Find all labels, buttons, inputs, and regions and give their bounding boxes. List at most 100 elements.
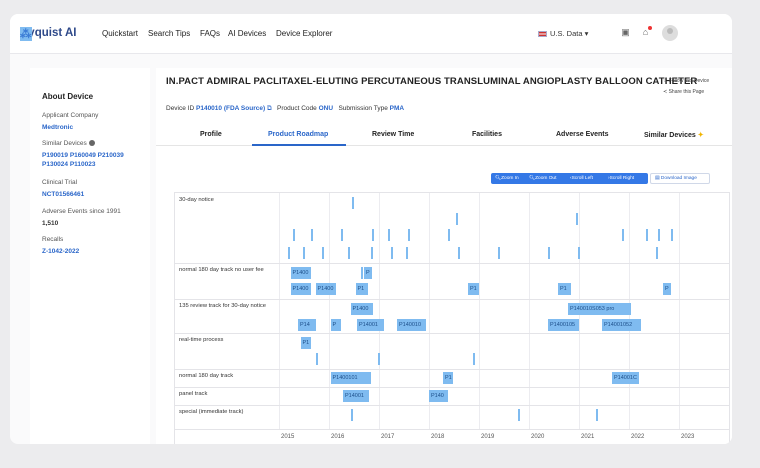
submission-marker[interactable] <box>372 229 374 241</box>
nav-search-tips[interactable]: Search Tips <box>148 29 190 38</box>
nav-faqs[interactable]: FAQs <box>200 29 220 38</box>
submission-marker[interactable] <box>378 353 380 365</box>
tab-facilities[interactable]: Facilities <box>472 131 502 138</box>
submission-bar[interactable]: P <box>364 267 372 279</box>
submission-marker[interactable] <box>408 229 410 241</box>
submission-bar[interactable]: P1 <box>468 283 479 295</box>
submission-bar[interactable]: P1400101 <box>330 372 371 384</box>
submission-marker[interactable] <box>315 353 318 365</box>
zoom-out-button[interactable]: 🔍︎ Zoom Out <box>529 173 556 184</box>
similar-devices-links-1[interactable]: P190019 P160049 P210039 <box>42 152 124 159</box>
download-image-button[interactable]: ▤ Download Image <box>650 173 710 184</box>
submission-marker[interactable] <box>405 247 408 259</box>
submission-marker[interactable] <box>498 247 500 259</box>
submission-bar[interactable]: P1 <box>443 372 453 384</box>
recall-link[interactable]: Z-1042-2022 <box>42 248 79 255</box>
submission-marker[interactable] <box>340 229 343 241</box>
submission-bar[interactable]: P1 <box>355 283 368 295</box>
nav-quickstart[interactable]: Quickstart <box>102 29 138 38</box>
submission-bar[interactable]: P140010S053 pro <box>568 303 631 315</box>
submission-marker[interactable] <box>548 247 550 259</box>
submission-bar[interactable]: P140010 <box>397 319 426 331</box>
nav-device-explorer[interactable]: Device Explorer <box>276 29 332 38</box>
logo-icon: ⁂ <box>20 27 32 41</box>
us-flag-icon <box>538 31 547 38</box>
similar-devices-links-2[interactable]: P130024 P110023 <box>42 161 96 168</box>
scroll-right-button[interactable]: › Scroll Right <box>608 173 634 184</box>
submission-marker[interactable] <box>350 409 353 421</box>
tab-review-time[interactable]: Review Time <box>372 131 414 138</box>
tab-profile[interactable]: Profile <box>200 131 222 138</box>
submission-marker[interactable] <box>310 229 313 241</box>
submission-bar[interactable]: P14 <box>298 319 316 331</box>
year-tick-label: 2021 <box>581 434 595 440</box>
track-label: panel track <box>179 391 208 397</box>
tab-bar: Profile Product Roadmap Review Time Faci… <box>156 126 732 146</box>
follow-button[interactable]: ☆ Follow this Device <box>663 78 709 84</box>
submission-bar[interactable]: P <box>330 319 341 331</box>
submission-marker[interactable] <box>622 229 624 241</box>
submission-marker[interactable] <box>322 247 324 259</box>
submission-bar[interactable]: P140 <box>429 390 448 402</box>
zoom-in-button[interactable]: 🔍︎ Zoom In <box>495 173 519 184</box>
year-gridline <box>329 193 330 429</box>
tab-adverse-events[interactable]: Adverse Events <box>556 131 609 138</box>
submission-bar[interactable]: P1 <box>300 337 311 349</box>
submission-marker[interactable] <box>645 229 648 241</box>
submission-marker[interactable] <box>293 229 295 241</box>
tab-product-roadmap[interactable]: Product Roadmap <box>268 131 328 138</box>
submission-marker[interactable] <box>518 409 520 421</box>
submission-bar[interactable]: P <box>663 283 671 295</box>
submission-marker[interactable] <box>575 213 578 225</box>
submission-marker[interactable] <box>348 247 350 259</box>
region-selector[interactable]: U.S. Data ▾ <box>538 29 588 38</box>
clipboard-icon[interactable]: ▣ <box>620 27 631 38</box>
submission-bar[interactable]: P14001 <box>357 319 384 331</box>
applicant-label: Applicant Company <box>42 112 99 119</box>
zoom-out-label: Zoom Out <box>535 176 557 181</box>
submission-bar[interactable]: P14001 <box>343 390 369 402</box>
submission-marker[interactable] <box>670 229 673 241</box>
year-tick-label: 2020 <box>531 434 545 440</box>
external-link-icon[interactable]: ⧉ <box>267 105 272 112</box>
tab-similar-devices[interactable]: Similar Devices ✦ <box>644 131 704 139</box>
submission-marker[interactable] <box>352 197 354 209</box>
scroll-left-button[interactable]: ‹ Scroll Left <box>570 173 593 184</box>
page-title: IN.PACT ADMIRAL PACLITAXEL-ELUTING PERCU… <box>166 76 698 87</box>
submission-marker[interactable] <box>658 229 660 241</box>
avatar[interactable] <box>662 25 678 41</box>
submission-bar[interactable]: P1400 <box>290 267 311 279</box>
submission-marker[interactable] <box>370 247 373 259</box>
submission-bar[interactable]: P1400 <box>350 303 373 315</box>
share-button[interactable]: ≺ Share this Page <box>663 89 704 95</box>
submission-marker[interactable] <box>473 353 475 365</box>
track-divider <box>175 299 729 300</box>
submission-marker[interactable] <box>288 247 290 259</box>
submission-bar[interactable]: P1 <box>558 283 571 295</box>
submission-marker[interactable] <box>595 409 598 421</box>
submission-marker[interactable] <box>655 247 658 259</box>
submission-marker[interactable] <box>458 247 460 259</box>
submission-marker[interactable] <box>303 247 305 259</box>
submission-bar[interactable]: P1400 <box>315 283 336 295</box>
info-icon[interactable] <box>88 140 95 147</box>
submission-marker[interactable] <box>448 229 450 241</box>
device-id-link[interactable]: P140010 (FDA Source) <box>196 105 265 112</box>
applicant-link[interactable]: Medtronic <box>42 124 73 131</box>
year-gridline <box>479 193 480 429</box>
submission-marker[interactable] <box>390 247 393 259</box>
zoom-in-label: Zoom In <box>501 176 519 181</box>
active-tab-indicator <box>252 144 346 146</box>
submission-bar[interactable]: P14001052 <box>602 319 641 331</box>
submission-bar[interactable]: P1400 <box>290 283 311 295</box>
trial-link[interactable]: NCT01566461 <box>42 191 84 198</box>
submission-bar[interactable]: P1400105 <box>548 319 579 331</box>
submission-bar[interactable]: P14001C <box>612 372 639 384</box>
logo[interactable]: ⁂ Nyquist AI <box>20 27 76 41</box>
year-tick-label: 2015 <box>281 434 295 440</box>
submission-marker[interactable] <box>360 267 363 279</box>
submission-marker[interactable] <box>578 247 580 259</box>
submission-marker[interactable] <box>455 213 458 225</box>
submission-marker[interactable] <box>388 229 390 241</box>
nav-ai-devices[interactable]: AI Devices <box>228 29 266 38</box>
